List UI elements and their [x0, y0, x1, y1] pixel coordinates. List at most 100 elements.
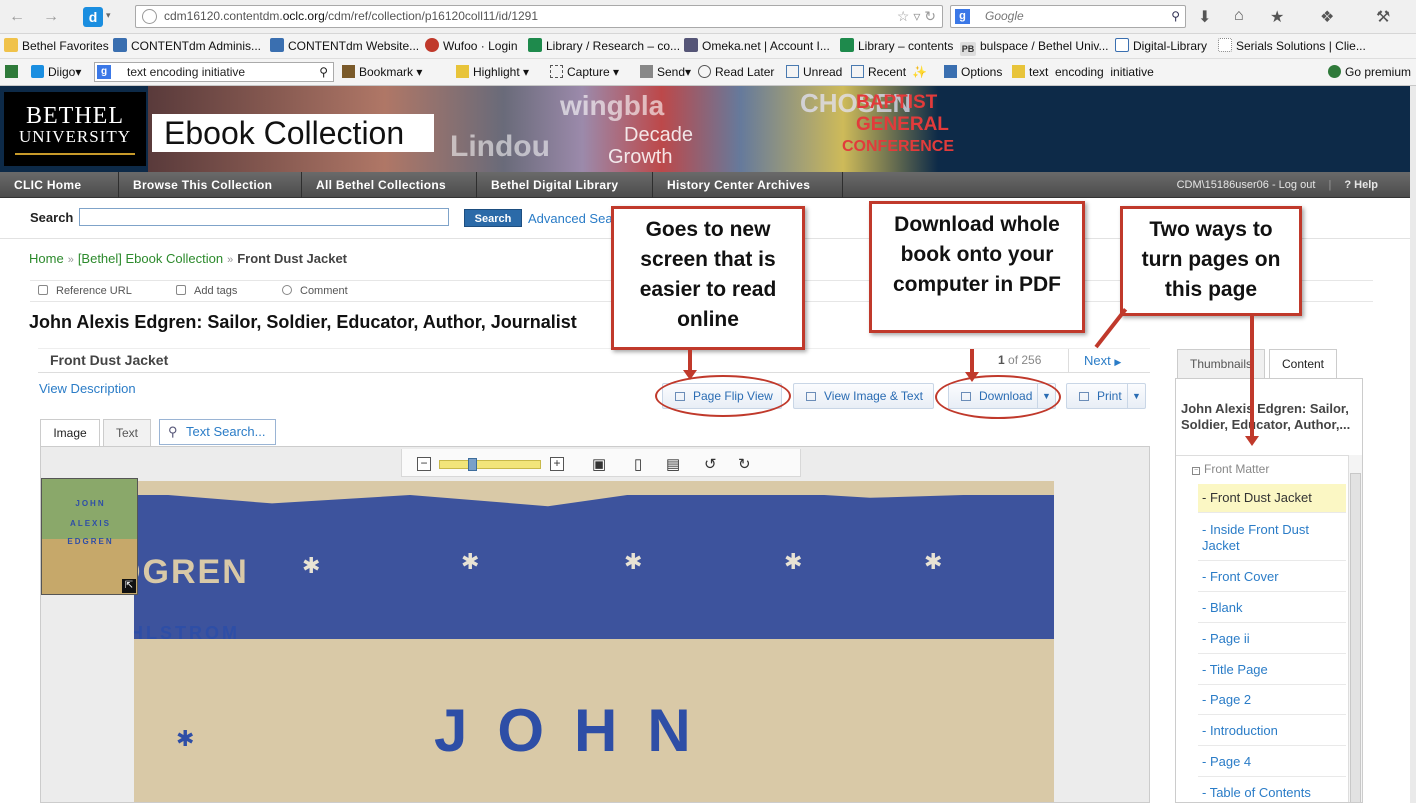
tab-content[interactable]: Content	[1269, 349, 1337, 380]
breadcrumb-collection[interactable]: [Bethel] Ebook Collection	[78, 251, 223, 266]
toc-item[interactable]: - Page ii	[1198, 625, 1346, 654]
tab-text[interactable]: Text	[103, 419, 151, 447]
bookmark-star-icon[interactable]: ★	[1270, 7, 1284, 27]
bookmark-item[interactable]: CONTENTdm Website...	[270, 38, 419, 55]
sidebar-toggle-icon[interactable]	[5, 63, 22, 81]
recent-button[interactable]: Recent	[851, 63, 906, 81]
star-icon[interactable]: ☆ ▿ ↻	[897, 6, 936, 27]
nav-browse-collection[interactable]: Browse This Collection	[119, 172, 302, 198]
image-viewer[interactable]: DGREN AHLSTROM ✱ ✱ ✱ ✱ ✱ ✱ JOHN − + ▣ ▯ …	[40, 446, 1150, 803]
print-button[interactable]: Print ▼	[1066, 383, 1146, 409]
chevron-down-icon[interactable]: ▾	[106, 10, 111, 21]
toc-item[interactable]: - Front Dust Jacket	[1198, 484, 1346, 513]
capture-button[interactable]: Capture ▾	[550, 63, 619, 81]
bookmark-item[interactable]: Serials Solutions | Clie...	[1218, 38, 1366, 55]
view-image-text-button[interactable]: View Image & Text	[793, 383, 934, 409]
toc-scrollbar[interactable]	[1348, 455, 1362, 802]
bookmark-button[interactable]: Bookmark ▾	[342, 63, 422, 81]
forward-arrow-icon[interactable]: →	[40, 6, 62, 28]
zoom-out-icon[interactable]: −	[417, 457, 431, 471]
highlight-button[interactable]: Highlight ▾	[456, 63, 529, 81]
advanced-search-link[interactable]: Advanced Sea	[528, 211, 613, 226]
highlight-terms[interactable]: text encoding initiative	[1012, 63, 1154, 81]
search-icon[interactable]: ⚲	[319, 63, 328, 81]
zoom-in-icon[interactable]: +	[550, 457, 564, 471]
rotate-left-icon[interactable]: ↺	[704, 455, 717, 473]
sparkle-icon[interactable]: ✨	[912, 63, 927, 81]
search-icon[interactable]: ⚲	[1171, 6, 1180, 27]
toc-item[interactable]: - Page 2	[1198, 686, 1346, 715]
fit-width-icon[interactable]: ▤	[666, 455, 680, 473]
toc-item[interactable]: - Page 4	[1198, 748, 1346, 777]
text-search-button[interactable]: ⚲ Text Search...	[159, 419, 276, 445]
page-image[interactable]: DGREN AHLSTROM ✱ ✱ ✱ ✱ ✱ ✱ JOHN	[134, 481, 1054, 802]
contentdm-icon	[113, 38, 127, 52]
nav-digital-library[interactable]: Bethel Digital Library	[477, 172, 653, 198]
nav-clic-home[interactable]: CLIC Home	[0, 172, 119, 198]
toc-item[interactable]: - Table of Contents	[1198, 779, 1346, 802]
printer-icon	[1079, 392, 1089, 401]
toc-item[interactable]: - Blank	[1198, 594, 1346, 623]
back-arrow-icon[interactable]: ←	[6, 6, 28, 28]
image-text-icon	[806, 392, 816, 401]
folder-icon	[786, 65, 799, 78]
comment-link[interactable]: Comment	[282, 285, 348, 297]
search-button[interactable]: Search	[464, 209, 522, 227]
navigator-thumbnail[interactable]: JOHN ALEXIS EDGREN ⇱	[41, 478, 138, 595]
site-banner: CHOSEN wingbla Decade Growth BAPTIST GEN…	[0, 86, 1410, 172]
extension-icon[interactable]: ❖	[1320, 7, 1334, 27]
breadcrumb-current: Front Dust Jacket	[237, 251, 348, 266]
toc-item[interactable]: - Inside Front Dust Jacket	[1198, 516, 1346, 561]
page-scrollbar[interactable]	[1410, 86, 1416, 803]
collapse-icon[interactable]: −	[1192, 467, 1200, 475]
zoom-slider[interactable]	[439, 458, 541, 471]
view-description-link[interactable]: View Description	[39, 381, 136, 396]
toolbar-search-input[interactable]: g text encoding initiative ⚲	[94, 62, 334, 82]
help-link[interactable]: ? Help	[1344, 179, 1378, 191]
cover-band	[134, 495, 1054, 639]
chevron-down-icon[interactable]: ▼	[1127, 384, 1145, 408]
bookmark-item[interactable]: Omeka.net | Account I...	[684, 38, 830, 55]
bookmark-item[interactable]: CONTENTdm Adminis...	[113, 38, 261, 55]
bethel-logo[interactable]: BETHEL UNIVERSITY	[4, 92, 146, 166]
page-title: Front Dust Jacket	[50, 352, 169, 368]
fit-height-icon[interactable]: ▯	[634, 455, 642, 473]
options-button[interactable]: Options	[944, 63, 1002, 81]
tools-icon[interactable]: ⚒	[1376, 7, 1390, 27]
bookmark-item[interactable]: Bethel Favorites	[4, 38, 109, 55]
expand-icon[interactable]: ⇱	[122, 579, 136, 593]
logout-link[interactable]: CDM\15186user06 - Log out	[1177, 179, 1316, 191]
read-later-button[interactable]: Read Later	[698, 63, 774, 81]
fit-window-icon[interactable]: ▣	[592, 455, 606, 473]
bookmark-item[interactable]: Digital-Library	[1115, 38, 1207, 55]
reference-url-link[interactable]: Reference URL	[38, 285, 132, 297]
home-icon[interactable]: ⌂	[1234, 7, 1244, 25]
bookmark-item[interactable]: Library / Research – co...	[528, 38, 680, 55]
scroll-thumb[interactable]	[1350, 473, 1361, 802]
zoom-slider-handle[interactable]	[468, 458, 477, 471]
unread-button[interactable]: Unread	[786, 63, 842, 81]
search-input[interactable]	[79, 208, 449, 226]
toc-section[interactable]: − Front Matter	[1192, 462, 1269, 476]
address-input[interactable]: cdm16120.contentdm.oclc.org/cdm/ref/coll…	[135, 5, 943, 28]
tab-image[interactable]: Image	[40, 419, 100, 448]
nav-history-center[interactable]: History Center Archives	[653, 172, 843, 198]
toc-item[interactable]: - Front Cover	[1198, 563, 1346, 592]
rotate-right-icon[interactable]: ↻	[738, 455, 751, 473]
nav-all-collections[interactable]: All Bethel Collections	[302, 172, 477, 198]
diigo-menu[interactable]: Diigo▾	[31, 63, 81, 81]
send-icon	[640, 65, 653, 78]
send-button[interactable]: Send▾	[640, 63, 691, 81]
toc-item[interactable]: - Introduction	[1198, 717, 1346, 746]
bookmark-item[interactable]: PB bulspace / Bethel Univ...	[960, 38, 1109, 56]
premium-link[interactable]: Go premium	[1328, 63, 1411, 81]
bookmark-item[interactable]: Library – contents	[840, 38, 953, 55]
breadcrumb-home[interactable]: Home	[29, 251, 64, 266]
add-tags-link[interactable]: Add tags	[176, 285, 237, 297]
download-arrow-icon[interactable]: ⬇	[1198, 7, 1211, 27]
web-search-input[interactable]: g Google ⚲	[950, 5, 1186, 28]
next-page-link[interactable]: Next ▶	[1084, 353, 1121, 368]
bookmark-item[interactable]: Wufoo · Login	[425, 38, 518, 55]
toc-item[interactable]: - Title Page	[1198, 656, 1346, 685]
diigo-icon[interactable]: d	[83, 7, 103, 27]
